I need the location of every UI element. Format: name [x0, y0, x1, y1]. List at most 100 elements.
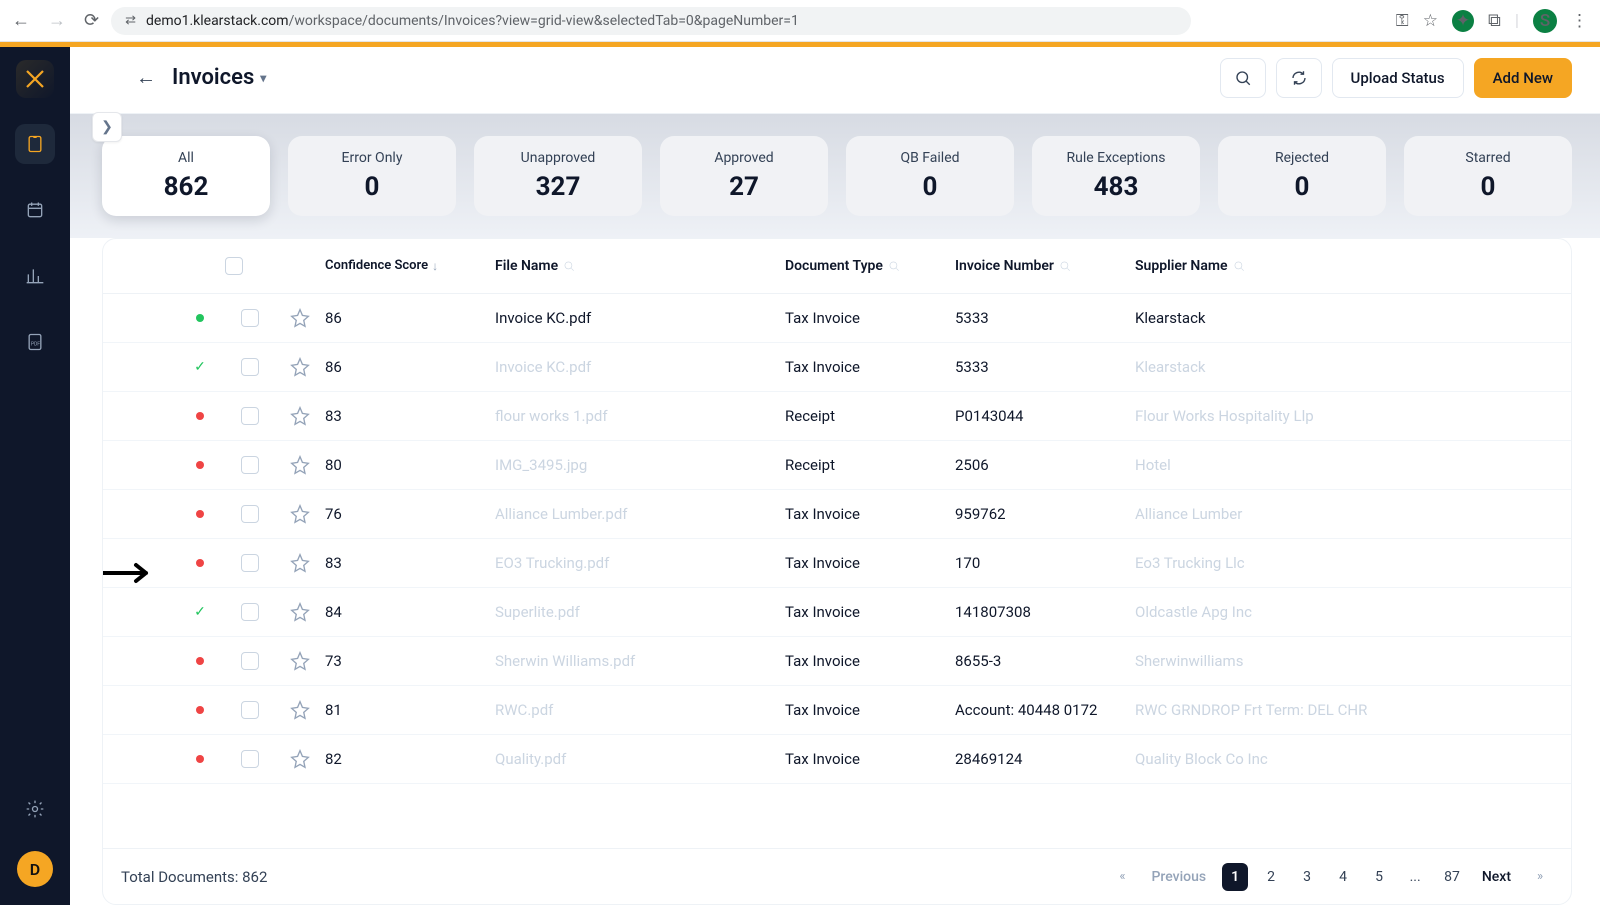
invoice-number: P0143044	[955, 407, 1135, 425]
filter-label: Rejected	[1228, 150, 1376, 166]
star-icon[interactable]	[290, 455, 310, 475]
row-checkbox[interactable]	[241, 456, 259, 474]
star-icon[interactable]	[290, 308, 310, 328]
confidence-score: 84	[325, 603, 495, 621]
page-number[interactable]: 1	[1222, 863, 1248, 891]
filter-card[interactable]: QB Failed0	[846, 136, 1014, 216]
page-number[interactable]: 87	[1438, 863, 1466, 891]
table-row[interactable]: 76Alliance Lumber.pdfTax Invoice959762Al…	[103, 490, 1571, 539]
filter-label: Unapproved	[484, 150, 632, 166]
sidebar-documents-icon[interactable]	[15, 124, 55, 164]
select-all-checkbox[interactable]	[225, 257, 243, 275]
filter-count: 0	[1414, 172, 1562, 202]
page-header: ← Invoices ▾ Upload Status Add New	[70, 42, 1600, 114]
filter-card[interactable]: Unapproved327	[474, 136, 642, 216]
sidebar-settings-icon[interactable]	[15, 789, 55, 829]
sidebar-pdf-icon[interactable]: PDF	[15, 322, 55, 362]
col-confidence[interactable]: Confidence Score ↓	[325, 258, 495, 274]
document-type: Tax Invoice	[785, 603, 955, 621]
search-button[interactable]	[1220, 58, 1266, 98]
table-row[interactable]: 83EO3 Trucking.pdfTax Invoice170Eo3 Truc…	[103, 539, 1571, 588]
page-number[interactable]: 4	[1330, 863, 1356, 891]
page-next[interactable]: Next	[1476, 863, 1517, 891]
filter-card[interactable]: Rejected0	[1218, 136, 1386, 216]
col-supplier-name[interactable]: Supplier Name	[1135, 258, 1395, 274]
page-last[interactable]: »	[1527, 863, 1553, 891]
extensions-icon[interactable]: ⧉	[1488, 10, 1501, 31]
forward-icon[interactable]: →	[48, 10, 66, 31]
user-avatar[interactable]: D	[17, 851, 53, 887]
page-number[interactable]: 2	[1258, 863, 1284, 891]
page-number[interactable]: 5	[1366, 863, 1392, 891]
confidence-score: 86	[325, 358, 495, 376]
filter-card[interactable]: Error Only0	[288, 136, 456, 216]
row-checkbox[interactable]	[241, 750, 259, 768]
row-checkbox[interactable]	[241, 554, 259, 572]
row-checkbox[interactable]	[241, 309, 259, 327]
status-dot	[196, 755, 204, 763]
row-checkbox[interactable]	[241, 652, 259, 670]
sidebar-calendar-icon[interactable]	[15, 190, 55, 230]
star-icon[interactable]	[290, 504, 310, 524]
site-info-icon[interactable]: ⇄	[125, 13, 136, 28]
row-checkbox[interactable]	[241, 505, 259, 523]
document-type: Receipt	[785, 407, 955, 425]
back-arrow-icon[interactable]: ←	[136, 65, 156, 90]
table-row[interactable]: 81RWC.pdfTax InvoiceAccount: 40448 0172R…	[103, 686, 1571, 735]
supplier-name: Alliance Lumber	[1135, 505, 1395, 523]
url-bar[interactable]: ⇄ demo1.klearstack.com/workspace/documen…	[111, 7, 1191, 35]
row-checkbox[interactable]	[241, 701, 259, 719]
star-icon[interactable]	[290, 357, 310, 377]
sidebar-expand-handle[interactable]: ❯	[92, 112, 122, 142]
table-row[interactable]: ✓86Invoice KC.pdfTax Invoice5333Klearsta…	[103, 343, 1571, 392]
filter-label: All	[112, 150, 260, 166]
confidence-score: 86	[325, 309, 495, 327]
confidence-score: 73	[325, 652, 495, 670]
page-previous[interactable]: Previous	[1145, 863, 1212, 891]
col-document-type[interactable]: Document Type	[785, 258, 955, 274]
row-checkbox[interactable]	[241, 603, 259, 621]
upload-status-button[interactable]: Upload Status	[1332, 58, 1464, 98]
filter-card[interactable]: Starred0	[1404, 136, 1572, 216]
star-icon[interactable]	[290, 651, 310, 671]
back-icon[interactable]: ←	[12, 10, 30, 31]
page-first[interactable]: «	[1109, 863, 1135, 891]
row-checkbox[interactable]	[241, 407, 259, 425]
table-footer: Total Documents: 862 «Previous12345...87…	[103, 848, 1571, 904]
star-icon[interactable]	[290, 602, 310, 622]
star-icon[interactable]	[290, 749, 310, 769]
col-invoice-number[interactable]: Invoice Number	[955, 258, 1135, 274]
row-checkbox[interactable]	[241, 358, 259, 376]
app-logo[interactable]	[16, 60, 54, 98]
page-number[interactable]: 3	[1294, 863, 1320, 891]
add-new-button[interactable]: Add New	[1474, 58, 1572, 98]
filter-card[interactable]: Approved27	[660, 136, 828, 216]
confidence-score: 81	[325, 701, 495, 719]
extension-icon[interactable]: ✦	[1452, 10, 1474, 32]
table-row[interactable]: ✓84Superlite.pdfTax Invoice141807308Oldc…	[103, 588, 1571, 637]
table-row[interactable]: 82Quality.pdfTax Invoice28469124Quality …	[103, 735, 1571, 784]
page-title-dropdown[interactable]: Invoices ▾	[172, 65, 266, 90]
filter-label: Rule Exceptions	[1042, 150, 1190, 166]
refresh-button[interactable]	[1276, 58, 1322, 98]
table-row[interactable]: 73Sherwin Williams.pdfTax Invoice8655-3S…	[103, 637, 1571, 686]
document-type: Tax Invoice	[785, 750, 955, 768]
table-row[interactable]: 80IMG_3495.jpgReceipt2506Hotel	[103, 441, 1571, 490]
page-number[interactable]: ...	[1402, 863, 1428, 891]
profile-badge[interactable]: S	[1533, 9, 1557, 33]
star-icon[interactable]	[290, 700, 310, 720]
table-row[interactable]: 86Invoice KC.pdfTax Invoice5333Klearstac…	[103, 294, 1571, 343]
reload-icon[interactable]: ⟳	[84, 10, 99, 31]
filter-card[interactable]: Rule Exceptions483	[1032, 136, 1200, 216]
menu-icon[interactable]: ⋮	[1571, 11, 1588, 31]
key-icon[interactable]: ⚿	[1396, 11, 1409, 31]
star-icon[interactable]: ☆	[1423, 11, 1438, 31]
star-icon[interactable]	[290, 406, 310, 426]
table-body: 86Invoice KC.pdfTax Invoice5333Klearstac…	[103, 294, 1571, 848]
table-row[interactable]: 83flour works 1.pdfReceiptP0143044Flour …	[103, 392, 1571, 441]
col-file-name[interactable]: File Name	[495, 258, 785, 274]
sidebar-analytics-icon[interactable]	[15, 256, 55, 296]
filter-card[interactable]: All862	[102, 136, 270, 216]
url-path: /workspace/documents/Invoices?view=grid-…	[289, 13, 799, 29]
star-icon[interactable]	[290, 553, 310, 573]
